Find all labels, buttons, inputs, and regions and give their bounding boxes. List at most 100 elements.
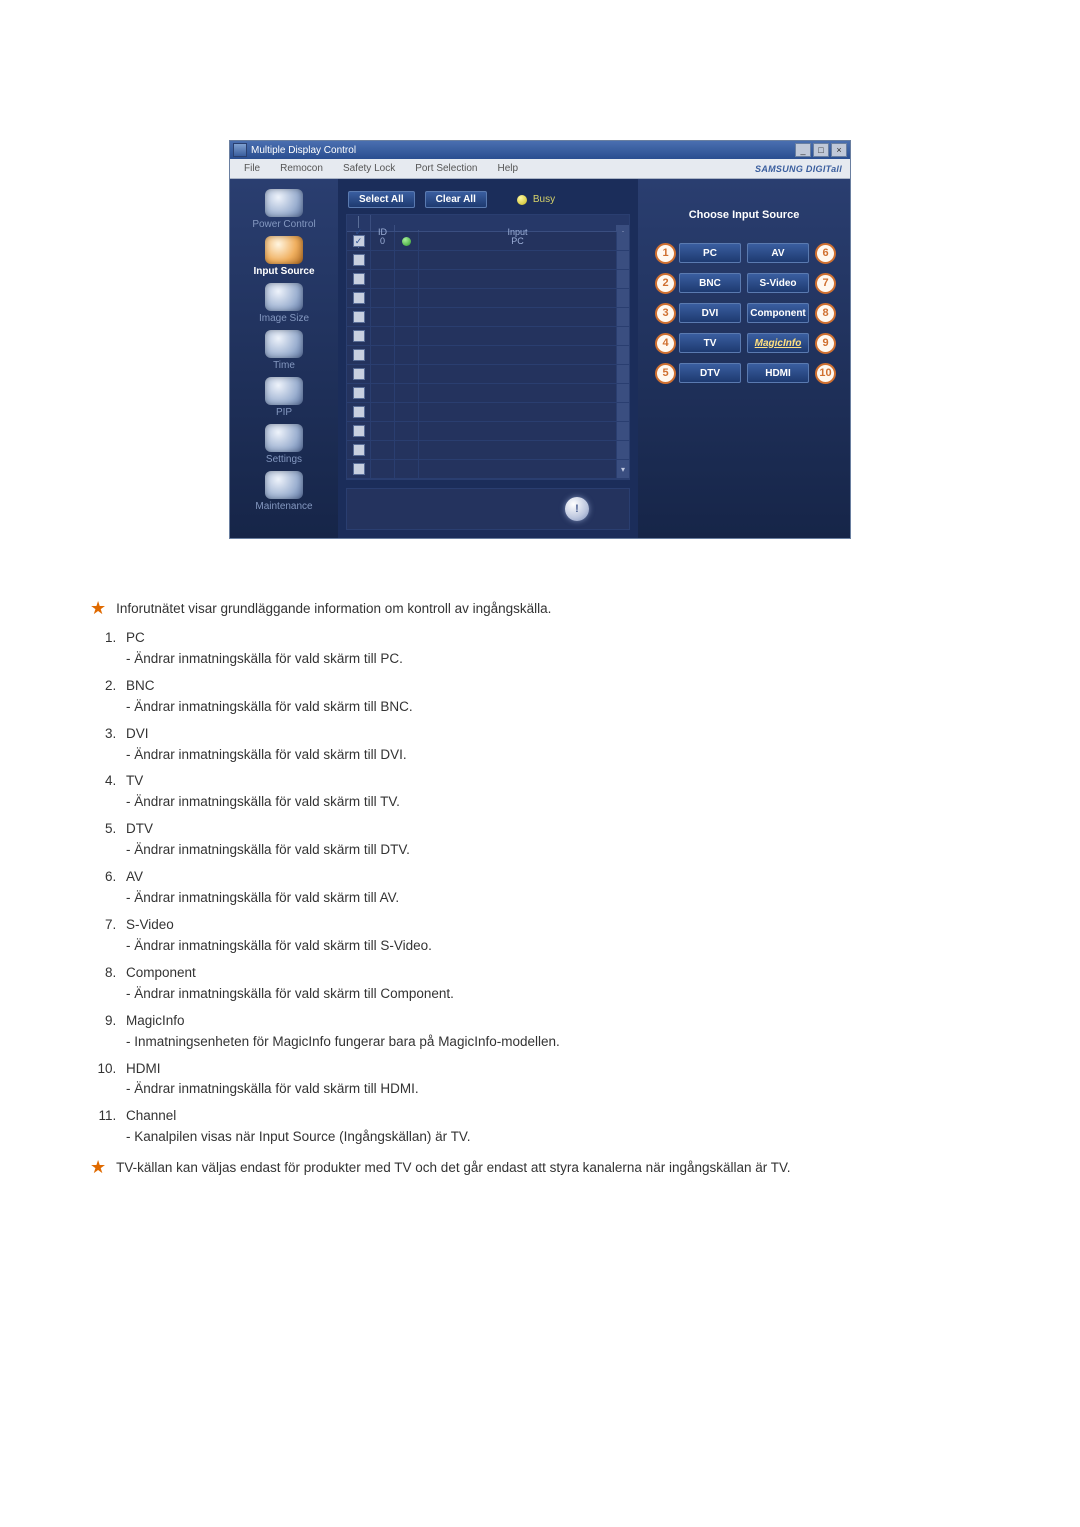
doc-list: PC Ändrar inmatningskälla för vald skärm … (90, 628, 990, 1148)
source-av-button[interactable]: AV (747, 243, 809, 263)
doc-item-title: MagicInfo (126, 1013, 185, 1028)
row-input (419, 308, 617, 326)
row-input (419, 384, 617, 402)
source-tv-button[interactable]: TV (679, 333, 741, 353)
doc-item-title: S-Video (126, 917, 174, 932)
table-row[interactable] (347, 422, 629, 441)
busy-label: Busy (533, 194, 555, 205)
doc-item-desc: Kanalpilen visas när Input Source (Ingån… (126, 1127, 990, 1148)
table-row[interactable] (347, 384, 629, 403)
row-checkbox[interactable] (353, 387, 365, 399)
row-status-dot (402, 237, 411, 246)
doc-item-desc: Ändrar inmatningskälla för vald skärm ti… (126, 840, 990, 861)
doc-item: ComponentÄndrar inmatningskälla för vald… (120, 963, 990, 1005)
window-maximize-button[interactable]: □ (813, 143, 829, 157)
source-dtv-button[interactable]: DTV (679, 363, 741, 383)
table-row[interactable]: 0PC (347, 232, 629, 251)
callout-badge: 3 (655, 303, 676, 324)
sidebar-icon (265, 283, 303, 311)
sidebar-item-settings[interactable]: Settings (238, 424, 330, 465)
doc-item: HDMIÄndrar inmatningskälla för vald skär… (120, 1059, 990, 1101)
doc-item: AV Ändrar inmatningskälla för vald skärm … (120, 867, 990, 909)
row-id (371, 270, 395, 288)
row-input (419, 365, 617, 383)
source-hdmi-button[interactable]: HDMI (747, 363, 809, 383)
row-checkbox[interactable] (353, 463, 365, 475)
select-all-button[interactable]: Select All (348, 191, 415, 208)
source-bnc-button[interactable]: BNC (679, 273, 741, 293)
doc-item: PCÄndrar inmatningskälla för vald skärm … (120, 628, 990, 670)
row-checkbox[interactable] (353, 406, 365, 418)
row-id (371, 460, 395, 478)
table-row[interactable] (347, 289, 629, 308)
row-checkbox[interactable] (353, 254, 365, 266)
row-checkbox[interactable] (353, 368, 365, 380)
row-checkbox[interactable] (353, 235, 365, 247)
doc-item-title: Component (126, 965, 196, 980)
sidebar-item-input-source[interactable]: Input Source (238, 236, 330, 277)
doc-item: TVÄndrar inmatningskälla för vald skärm … (120, 771, 990, 813)
sidebar-item-pip[interactable]: PIP (238, 377, 330, 418)
row-checkbox[interactable] (353, 349, 365, 361)
row-checkbox[interactable] (353, 273, 365, 285)
table-row[interactable]: ▾ (347, 460, 629, 479)
source-dvi-button[interactable]: DVI (679, 303, 741, 323)
row-checkbox[interactable] (353, 444, 365, 456)
row-input: PC (419, 232, 617, 250)
doc-item-desc: Ändrar inmatningskälla för vald skärm ti… (126, 1079, 990, 1100)
table-row[interactable] (347, 441, 629, 460)
doc-outro: TV-källan kan väljas endast för produkte… (116, 1158, 790, 1179)
row-input (419, 403, 617, 421)
table-row[interactable] (347, 251, 629, 270)
row-input (419, 422, 617, 440)
table-row[interactable] (347, 270, 629, 289)
callout-badge: 8 (815, 303, 836, 324)
source-pc-button[interactable]: PC (679, 243, 741, 263)
doc-item: BNCÄndrar inmatningskälla för vald skärm… (120, 676, 990, 718)
table-row[interactable] (347, 308, 629, 327)
source-component-button[interactable]: Component (747, 303, 809, 323)
menu-file[interactable]: File (238, 161, 266, 176)
row-checkbox[interactable] (353, 292, 365, 304)
doc-item-desc: Ändrar inmatningskälla för vald skärm ti… (126, 888, 990, 909)
busy-indicator: Busy (517, 194, 555, 205)
row-checkbox[interactable] (353, 425, 365, 437)
doc-item-title: DVI (126, 726, 149, 741)
row-input (419, 270, 617, 288)
row-checkbox[interactable] (353, 311, 365, 323)
input-source-panel: Choose Input Source 1PCAV62BNCS-Video73D… (638, 179, 850, 538)
sidebar-item-image-size[interactable]: Image Size (238, 283, 330, 324)
menu-safety-lock[interactable]: Safety Lock (337, 161, 401, 176)
source-s-video-button[interactable]: S-Video (747, 273, 809, 293)
callout-badge: 7 (815, 273, 836, 294)
doc-item: ChannelKanalpilen visas när Input Source… (120, 1106, 990, 1148)
scroll-icon[interactable]: ▾ (621, 465, 625, 474)
table-row[interactable] (347, 403, 629, 422)
doc-item-title: PC (126, 630, 145, 645)
sidebar-icon (265, 189, 303, 217)
source-magicinfo-button[interactable]: MagicInfo (747, 333, 809, 353)
menu-port-selection[interactable]: Port Selection (409, 161, 483, 176)
doc-item: DVIÄndrar inmatningskälla för vald skärm… (120, 724, 990, 766)
info-icon: ! (565, 497, 589, 521)
doc-item-desc: Ändrar inmatningskälla för vald skärm ti… (126, 936, 990, 957)
sidebar-item-label: Settings (238, 454, 330, 465)
sidebar-item-power-control[interactable]: Power Control (238, 189, 330, 230)
table-row[interactable] (347, 365, 629, 384)
doc-item: S-Video Ändrar inmatningskälla för vald s… (120, 915, 990, 957)
sidebar-item-time[interactable]: Time (238, 330, 330, 371)
window-close-button[interactable]: × (831, 143, 847, 157)
sidebar-item-maintenance[interactable]: Maintenance (238, 471, 330, 512)
sidebar-item-label: Time (238, 360, 330, 371)
table-row[interactable] (347, 327, 629, 346)
callout-badge: 1 (655, 243, 676, 264)
menu-remocon[interactable]: Remocon (274, 161, 329, 176)
window-minimize-button[interactable]: _ (795, 143, 811, 157)
doc-item-title: DTV (126, 821, 153, 836)
table-row[interactable] (347, 346, 629, 365)
menu-help[interactable]: Help (491, 161, 524, 176)
doc-item-title: AV (126, 869, 143, 884)
row-checkbox[interactable] (353, 330, 365, 342)
clear-all-button[interactable]: Clear All (425, 191, 487, 208)
doc-intro: Inforutnätet visar grundläggande informa… (116, 599, 551, 620)
